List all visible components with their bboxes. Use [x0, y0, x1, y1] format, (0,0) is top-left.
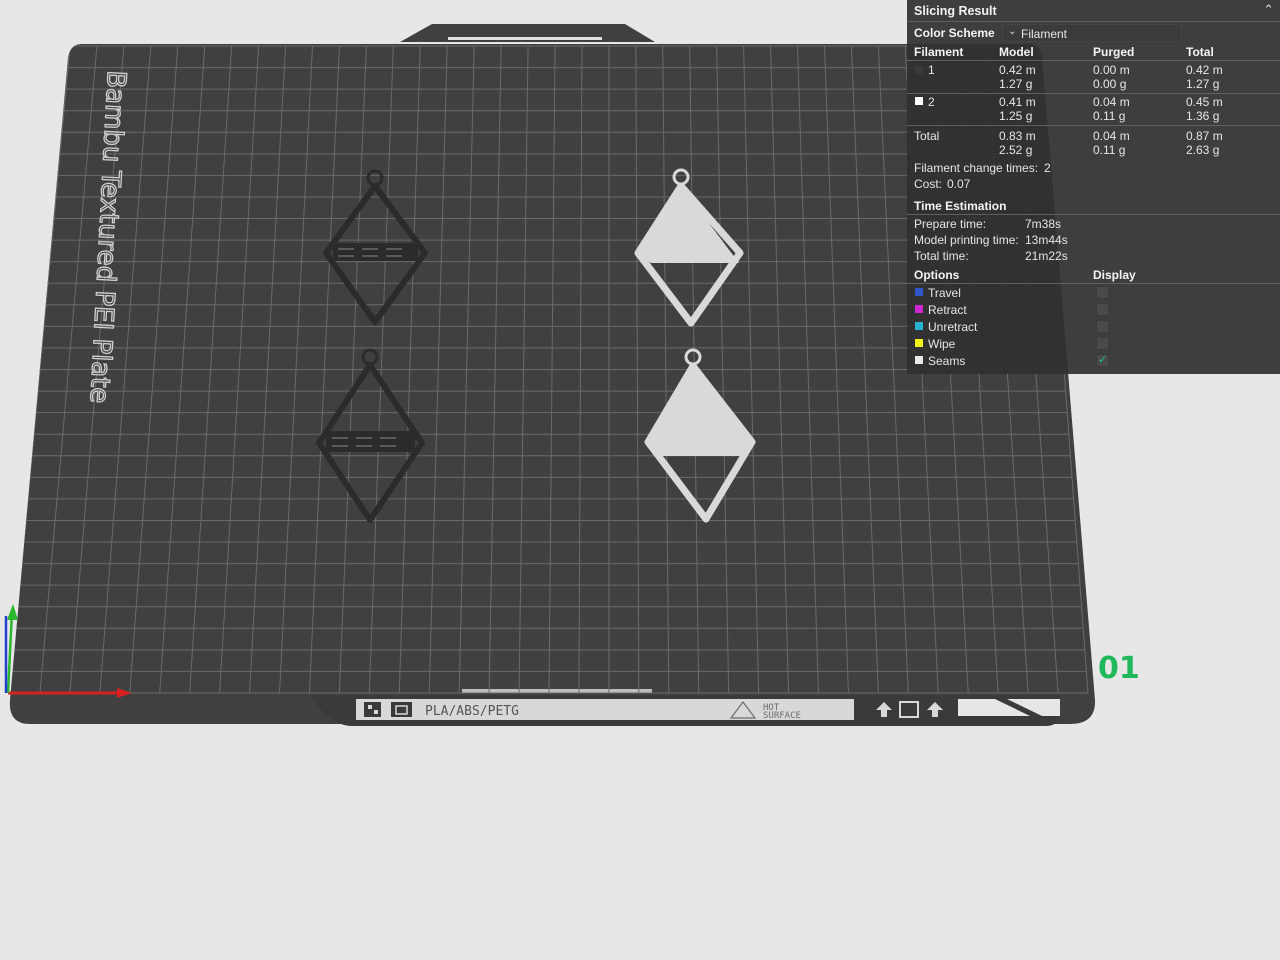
prepare-time-label: Prepare time: — [914, 217, 987, 231]
filament-2-total-weight: 1.36 g — [1186, 109, 1220, 123]
option-wipe-checkbox[interactable] — [1096, 337, 1109, 350]
filament-2-model-weight: 1.25 g — [999, 109, 1033, 123]
plate-notch — [462, 689, 652, 693]
filament-1-total-weight: 1.27 g — [1186, 77, 1220, 91]
filament-2-id: 2 — [928, 95, 935, 109]
display-title: Display — [1093, 268, 1136, 282]
time-estimation-title: Time Estimation — [914, 199, 1007, 213]
option-seams-label: Seams — [928, 354, 966, 368]
filament-change-label: Filament change times: — [914, 161, 1039, 175]
chevron-up-icon[interactable]: ⌃ — [1263, 2, 1274, 18]
filament-2-purged-weight: 0.11 g — [1093, 109, 1126, 123]
total-time-value: 21m22s — [1025, 249, 1068, 263]
filament-2-purged-length: 0.04 m — [1093, 95, 1130, 109]
total-label: Total — [914, 129, 940, 143]
option-unretract-checkbox[interactable] — [1096, 320, 1109, 333]
filament-1-model-length: 0.42 m — [999, 63, 1036, 77]
option-unretract-label: Unretract — [928, 320, 978, 334]
option-retract-checkbox[interactable] — [1096, 303, 1109, 316]
color-scheme-select[interactable]: ⌄ Filament — [1002, 24, 1182, 42]
total-purged-weight: 0.11 g — [1093, 143, 1126, 157]
total-time-label: Total time: — [914, 249, 969, 263]
column-model: Model — [999, 45, 1034, 59]
filament-change-value: 2 — [1044, 161, 1051, 175]
surface-label: SURFACE — [763, 711, 801, 721]
options-title: Options — [914, 268, 960, 282]
checkmark-icon: ✓ — [1098, 354, 1108, 366]
column-purged: Purged — [1093, 45, 1135, 59]
option-travel-label: Travel — [928, 286, 961, 300]
filament-2-total-length: 0.45 m — [1186, 95, 1223, 109]
total-total-length: 0.87 m — [1186, 129, 1223, 143]
color-scheme-value: Filament — [1021, 27, 1068, 41]
filament-1-purged-weight: 0.00 g — [1093, 77, 1127, 91]
prepare-time-value: 7m38s — [1025, 217, 1062, 231]
color-scheme-label: Color Scheme — [914, 26, 995, 40]
filament-1-swatch — [915, 66, 923, 74]
filament-1-purged-length: 0.00 m — [1093, 63, 1130, 77]
option-travel-checkbox[interactable] — [1096, 286, 1109, 299]
cost-value: 0.07 — [947, 177, 971, 191]
qr-icon — [364, 702, 381, 717]
option-seams-checkbox[interactable]: ✓ — [1096, 354, 1109, 367]
grid-logo-icon — [391, 702, 412, 717]
filament-2-model-length: 0.41 m — [999, 95, 1036, 109]
filament-1-id: 1 — [928, 63, 935, 77]
cost-label: Cost: — [914, 177, 943, 191]
column-total: Total — [1186, 45, 1214, 59]
option-retract-label: Retract — [928, 303, 967, 317]
model-printing-time-label: Model printing time: — [914, 233, 1019, 247]
total-model-length: 0.83 m — [999, 129, 1036, 143]
option-wipe-label: Wipe — [928, 337, 956, 351]
column-filament: Filament — [914, 45, 964, 59]
filament-1-total-length: 0.42 m — [1186, 63, 1223, 77]
plate-materials: PLA/ABS/PETG — [425, 704, 519, 719]
filament-2-swatch — [915, 97, 923, 105]
panel-title: Slicing Result — [914, 4, 997, 18]
seams-swatch — [915, 356, 923, 364]
model-printing-time-value: 13m44s — [1025, 233, 1068, 247]
total-model-weight: 2.52 g — [999, 143, 1033, 157]
wipe-swatch — [915, 339, 923, 347]
chevron-down-icon: ⌄ — [1008, 26, 1017, 37]
total-purged-length: 0.04 m — [1093, 129, 1130, 143]
plate-handle — [448, 37, 602, 40]
unretract-swatch — [915, 322, 923, 330]
total-total-weight: 2.63 g — [1186, 143, 1220, 157]
travel-swatch — [915, 288, 923, 296]
filament-1-model-weight: 1.27 g — [999, 77, 1033, 91]
retract-swatch — [915, 305, 923, 313]
plate-number: 01 — [1098, 651, 1140, 686]
slicing-result-panel: Slicing Result ⌃ Color Scheme ⌄ Filament… — [907, 0, 1280, 374]
